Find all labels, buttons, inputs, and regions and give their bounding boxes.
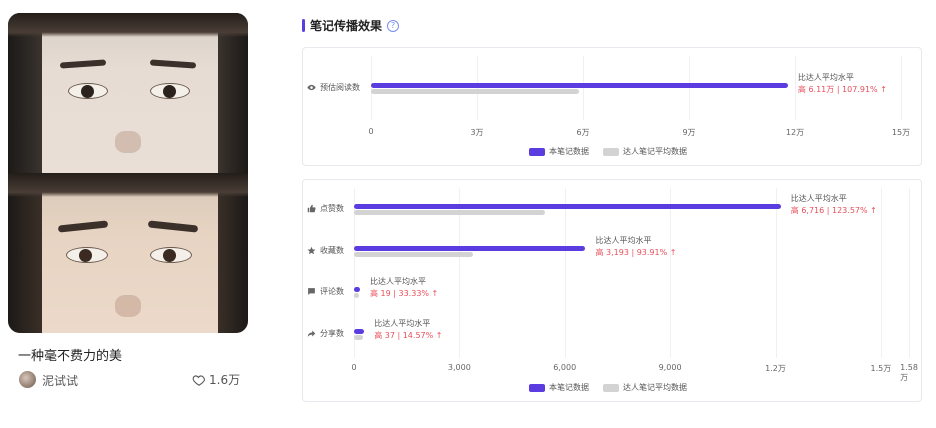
bar-creator-average: [354, 335, 363, 340]
x-tick-label: 15万: [891, 128, 911, 137]
category-label: 点赞数: [307, 203, 344, 214]
like-count[interactable]: 1.6万: [192, 371, 240, 388]
gridline: [901, 56, 902, 120]
comparison-note: 比达人平均水平高 37 | 14.57% ↑: [374, 318, 442, 342]
legend-label: 达人笔记平均数据: [623, 383, 687, 392]
author-name[interactable]: 泥试试: [42, 372, 78, 389]
bar-creator-average: [354, 252, 474, 257]
legend-item[interactable]: 本笔记数据: [529, 382, 589, 393]
gridline: [583, 56, 584, 120]
category-label: 收藏数: [307, 245, 344, 256]
comparison-delta: 高 37 | 14.57% ↑: [374, 331, 443, 340]
x-tick-label: 1.2万: [765, 364, 786, 373]
bar-this-note: [354, 329, 365, 334]
engagement-chart-panel: 0 3,000 6,000 9,000 1.2万 1.5万 1.58万 点赞数 比达人平均水平高…: [302, 179, 922, 402]
gridline: [775, 188, 777, 358]
legend-label: 达人笔记平均数据: [623, 147, 687, 156]
comment-icon: [307, 287, 316, 296]
x-tick-label: 6万: [576, 128, 590, 137]
bar-creator-average: [371, 89, 580, 94]
gridline: [689, 56, 690, 120]
category-name: 分享数: [320, 329, 344, 338]
x-tick-label: 9,000: [658, 363, 682, 372]
bar-this-note: [354, 287, 360, 292]
comparison-note: 比达人平均水平高 3,193 | 93.91% ↑: [595, 235, 676, 259]
avatar[interactable]: [19, 371, 36, 388]
eye-icon: [307, 83, 316, 92]
x-tick-label: 12万: [785, 128, 805, 137]
portrait-bottom: [8, 173, 248, 333]
x-tick-label: 6,000: [553, 363, 577, 372]
bar-creator-average: [354, 210, 545, 215]
gridline: [880, 188, 882, 358]
comparison-label: 比达人平均水平: [790, 194, 847, 203]
gridline: [795, 56, 796, 120]
gridline: [564, 188, 566, 358]
comparison-delta: 高 3,193 | 93.91% ↑: [595, 248, 677, 257]
legend-swatch: [529, 383, 545, 392]
category-name: 收藏数: [320, 246, 344, 255]
section-header: 笔记传播效果 ?: [302, 17, 400, 34]
star-icon: [307, 246, 316, 255]
legend-item[interactable]: 达人笔记平均数据: [603, 146, 687, 157]
engagement-chart: 0 3,000 6,000 9,000 1.2万 1.5万 1.58万 点赞数 比达人平均水平高…: [303, 180, 921, 401]
bar-this-note: [371, 83, 788, 88]
x-tick-label: 3万: [470, 128, 484, 137]
comparison-label: 比达人平均水平: [595, 236, 652, 245]
comparison-label: 比达人平均水平: [370, 277, 426, 286]
share-icon: [307, 329, 316, 338]
comparison-note: 比达人平均水平高 19 | 33.33% ↑: [370, 276, 438, 300]
comparison-label: 比达人平均水平: [797, 73, 854, 82]
legend-swatch: [603, 383, 619, 392]
reads-chart: 0 3万 6万 9万 12万 15万 预估阅读数 比达人平均水平高 6.11万 | 107.9…: [303, 48, 921, 165]
comparison-note: 比达人平均水平高 6.11万 | 107.91% ↑: [798, 72, 887, 96]
comparison-delta: 高 19 | 33.33% ↑: [370, 289, 439, 298]
x-tick-label: 0: [368, 127, 374, 136]
post-cover-image[interactable]: [8, 13, 248, 333]
section-accent-bar: [302, 19, 305, 32]
x-tick-label: 1.58万: [900, 363, 918, 382]
x-tick-label: 3,000: [447, 363, 471, 372]
question-circle-icon[interactable]: ?: [387, 19, 400, 32]
bar-this-note: [354, 204, 781, 209]
category-name: 评论数: [320, 287, 344, 296]
chart-legend: 本笔记数据 达人笔记平均数据: [529, 146, 701, 157]
gridline: [477, 56, 478, 120]
thumbs-up-icon: [307, 204, 316, 213]
gridline: [909, 188, 910, 358]
legend-swatch: [529, 147, 545, 156]
category-label: 评论数: [307, 286, 344, 297]
category-label: 分享数: [307, 328, 344, 339]
comparison-note: 比达人平均水平高 6,716 | 123.57% ↑: [791, 193, 877, 217]
comparison-delta: 高 6.11万 | 107.91% ↑: [797, 85, 887, 94]
category-name: 点赞数: [320, 204, 344, 213]
legend-item[interactable]: 本笔记数据: [529, 146, 589, 157]
x-tick-label: 0: [351, 363, 357, 372]
bar-this-note: [354, 246, 586, 251]
gridline: [371, 56, 372, 120]
heart-icon: [192, 374, 206, 386]
bar-creator-average: [354, 293, 359, 298]
reads-chart-panel: 0 3万 6万 9万 12万 15万 预估阅读数 比达人平均水平高 6.11万 | 107.9…: [302, 47, 922, 166]
chart-legend: 本笔记数据 达人笔记平均数据: [529, 382, 701, 393]
x-tick-label: 9万: [682, 128, 696, 137]
legend-item[interactable]: 达人笔记平均数据: [603, 382, 687, 393]
like-count-value: 1.6万: [209, 373, 241, 387]
legend-label: 本笔记数据: [549, 383, 589, 392]
comparison-delta: 高 6,716 | 123.57% ↑: [790, 206, 877, 215]
post-title[interactable]: 一种毫不费力的美: [18, 345, 122, 364]
legend-swatch: [603, 147, 619, 156]
portrait-top: [8, 13, 248, 173]
comparison-label: 比达人平均水平: [374, 319, 431, 328]
x-tick-label: 1.5万: [870, 364, 892, 373]
gridline: [670, 188, 672, 358]
legend-label: 本笔记数据: [549, 147, 589, 156]
category-name: 预估阅读数: [320, 83, 360, 92]
section-title: 笔记传播效果: [310, 19, 383, 33]
category-label: 预估阅读数: [307, 82, 360, 93]
